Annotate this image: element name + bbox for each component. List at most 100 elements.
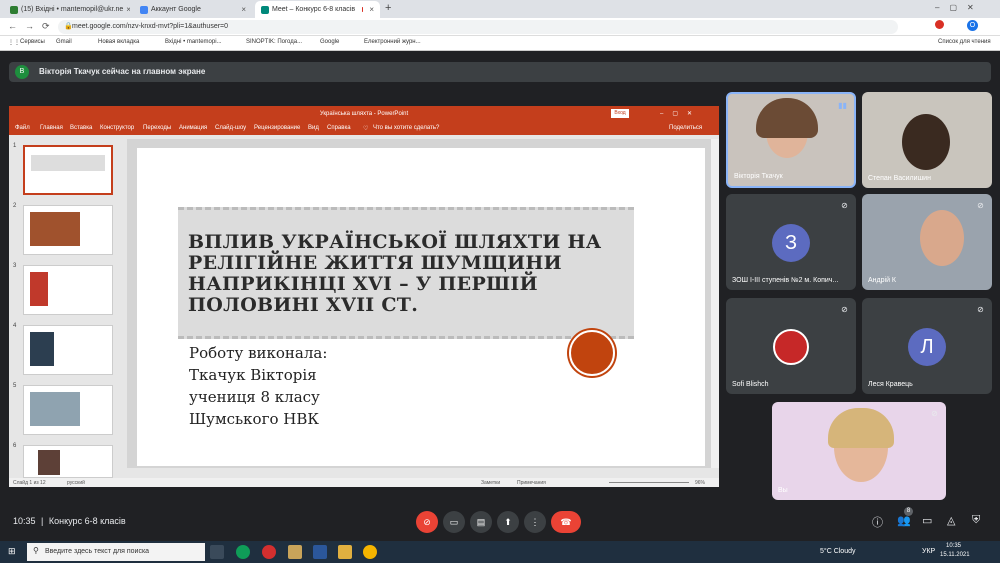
- bookmark-item[interactable]: Gmail: [56, 39, 72, 45]
- close-icon[interactable]: ×: [241, 5, 246, 14]
- mic-off-button[interactable]: ⊘: [416, 511, 438, 533]
- participant-tile[interactable]: Л ⊘ Леся Кравець: [862, 298, 992, 394]
- ppt-statusbar: Слайд 1 из 12 русский Заметки Примечания…: [9, 478, 719, 487]
- camera-button[interactable]: ▭: [443, 511, 465, 533]
- language[interactable]: русский: [67, 480, 85, 486]
- avatar: [773, 329, 809, 365]
- bookmark-item[interactable]: Електронний журн...: [364, 39, 421, 45]
- tell-me-search[interactable]: Что вы хотите сделать?: [373, 125, 439, 131]
- store-icon[interactable]: [288, 545, 302, 559]
- mic-off-icon: ⊘: [977, 305, 984, 314]
- ppt-ribbon: Файл Главная Вставка Конструктор Переход…: [9, 122, 719, 135]
- thumbnail-slide-4[interactable]: [23, 325, 113, 375]
- lock-icon: 🔒: [64, 23, 73, 30]
- people-count: 8: [904, 507, 913, 516]
- ribbon-tab[interactable]: Вставка: [70, 125, 92, 131]
- subtitle-line: Шумського НВК: [189, 410, 319, 428]
- bookmark-item[interactable]: SINOPTIK: Погода...: [246, 39, 302, 45]
- participant-name: Андрій К: [868, 277, 896, 284]
- ribbon-tab[interactable]: Справка: [327, 125, 351, 131]
- url-field[interactable]: meet.google.com/nzv-knxd-mvt?pli=1&authu…: [58, 20, 898, 34]
- meet-icon: [261, 5, 269, 14]
- thumb-number: 5: [13, 383, 17, 389]
- clock-date[interactable]: 15.11.2021: [940, 552, 970, 558]
- explorer-icon[interactable]: [338, 545, 352, 559]
- task-view-icon[interactable]: [210, 545, 224, 559]
- participant-name: ЗОШ I-III ступенів №2 м. Копич...: [732, 277, 839, 284]
- input-language[interactable]: УКР: [922, 548, 935, 555]
- close-icon[interactable]: ×: [126, 5, 130, 14]
- bookmark-item[interactable]: Google: [320, 39, 339, 45]
- opera-icon[interactable]: [262, 545, 276, 559]
- tab-label: (15) Вхідні • mantemopil@ukr.ne: [21, 6, 124, 13]
- profile-avatar[interactable]: O: [967, 20, 978, 31]
- windows-start-icon[interactable]: ⊞: [8, 546, 16, 557]
- thumb-number: 4: [13, 323, 17, 329]
- host-controls-icon[interactable]: ⛨: [972, 514, 980, 527]
- ribbon-tab[interactable]: Переходы: [143, 125, 171, 131]
- leave-call-button[interactable]: ☎: [551, 511, 581, 533]
- apps-icon[interactable]: ⋮⋮: [8, 39, 20, 46]
- taskbar-search[interactable]: Введите здесь текст для поиска: [27, 543, 205, 561]
- ppt-window-controls[interactable]: –▢✕: [660, 110, 701, 117]
- participant-tile[interactable]: ▮▮ Вікторія Ткачук: [726, 92, 856, 188]
- info-icon[interactable]: ⓘ: [872, 514, 883, 530]
- new-tab-button[interactable]: +: [385, 2, 391, 14]
- close-icon[interactable]: ×: [369, 5, 374, 14]
- self-tile[interactable]: ⊘ Вы: [772, 402, 946, 500]
- share-button[interactable]: Поделиться: [669, 125, 702, 131]
- notes-button[interactable]: Заметки: [481, 480, 500, 486]
- extension-icon[interactable]: [935, 20, 944, 29]
- zoom-slider[interactable]: [609, 482, 689, 483]
- participant-tile[interactable]: Степан Василишин: [862, 92, 992, 188]
- participant-name: Вікторія Ткачук: [734, 173, 783, 180]
- window-controls[interactable]: –▢✕: [935, 3, 984, 12]
- comments-button[interactable]: Примечания: [517, 480, 546, 486]
- word-icon[interactable]: [313, 545, 327, 559]
- thumbnail-slide-2[interactable]: [23, 205, 113, 255]
- tab-meet[interactable]: Meet – Конкурс 6-8 класів ×: [255, 1, 380, 18]
- nav-buttons[interactable]: ←→⟳: [8, 21, 58, 32]
- participant-tile[interactable]: З ⊘ ЗОШ I-III ступенів №2 м. Копич...: [726, 194, 856, 290]
- ppt-login-button[interactable]: Вход: [611, 109, 629, 118]
- ribbon-tab[interactable]: Вид: [308, 125, 319, 131]
- thumbnail-slide-1[interactable]: [23, 145, 113, 195]
- avatar: Л: [908, 328, 946, 366]
- ribbon-tab[interactable]: Файл: [15, 125, 30, 131]
- thumbnail-slide-3[interactable]: [23, 265, 113, 315]
- bookmarks-bar: ⋮⋮ Сервисы Gmail Новая вкладка Вхідні • …: [0, 36, 1000, 51]
- chrome-icon[interactable]: [363, 545, 377, 559]
- ribbon-tab[interactable]: Анимация: [179, 125, 207, 131]
- participant-tile[interactable]: ⊘ Sofi Blishch: [726, 298, 856, 394]
- captions-button[interactable]: ▤: [470, 511, 492, 533]
- bookmark-item[interactable]: Новая вкладка: [98, 39, 139, 45]
- bookmark-item[interactable]: Вхідні • mantemopi...: [165, 39, 222, 45]
- tab-inbox[interactable]: (15) Вхідні • mantemopil@ukr.ne ×: [4, 1, 130, 18]
- ribbon-tab[interactable]: Рецензирование: [254, 125, 300, 131]
- banner-text: Вікторія Ткачук сейчас на главном экране: [39, 67, 206, 76]
- tab-google-account[interactable]: Аккаунт Google ×: [134, 1, 252, 18]
- weather[interactable]: 5°C Cloudy: [820, 548, 855, 555]
- reading-list[interactable]: Список для чтения: [938, 39, 991, 45]
- ribbon-tab[interactable]: Слайд-шоу: [215, 125, 246, 131]
- lightbulb-icon: ♡: [363, 126, 369, 132]
- activities-icon[interactable]: ◬: [947, 514, 955, 527]
- more-options-button[interactable]: ⋮: [524, 511, 546, 533]
- present-button[interactable]: ⬆: [497, 511, 519, 533]
- presentation-banner: Вікторія Ткачук сейчас на главном экране: [9, 62, 991, 82]
- chat-icon[interactable]: ▭: [922, 514, 932, 527]
- bookmark-item[interactable]: Сервисы: [20, 39, 45, 45]
- participant-tile[interactable]: ⊘ Андрій К: [862, 194, 992, 290]
- ribbon-tab[interactable]: Конструктор: [100, 125, 134, 131]
- ribbon-tab[interactable]: Главная: [40, 125, 63, 131]
- google-icon: [140, 5, 148, 14]
- scrollbar[interactable]: [711, 139, 719, 468]
- meeting-name: Конкурс 6-8 класів: [48, 516, 126, 526]
- zoom-level[interactable]: 96%: [695, 480, 705, 486]
- thumbnail-slide-6[interactable]: [23, 445, 113, 478]
- participant-name: Sofi Blishch: [732, 381, 769, 388]
- clock-time[interactable]: 10:35: [946, 543, 961, 549]
- participant-name: Степан Василишин: [868, 175, 931, 182]
- thumbnail-slide-5[interactable]: [23, 385, 113, 435]
- edge-icon[interactable]: [236, 545, 250, 559]
